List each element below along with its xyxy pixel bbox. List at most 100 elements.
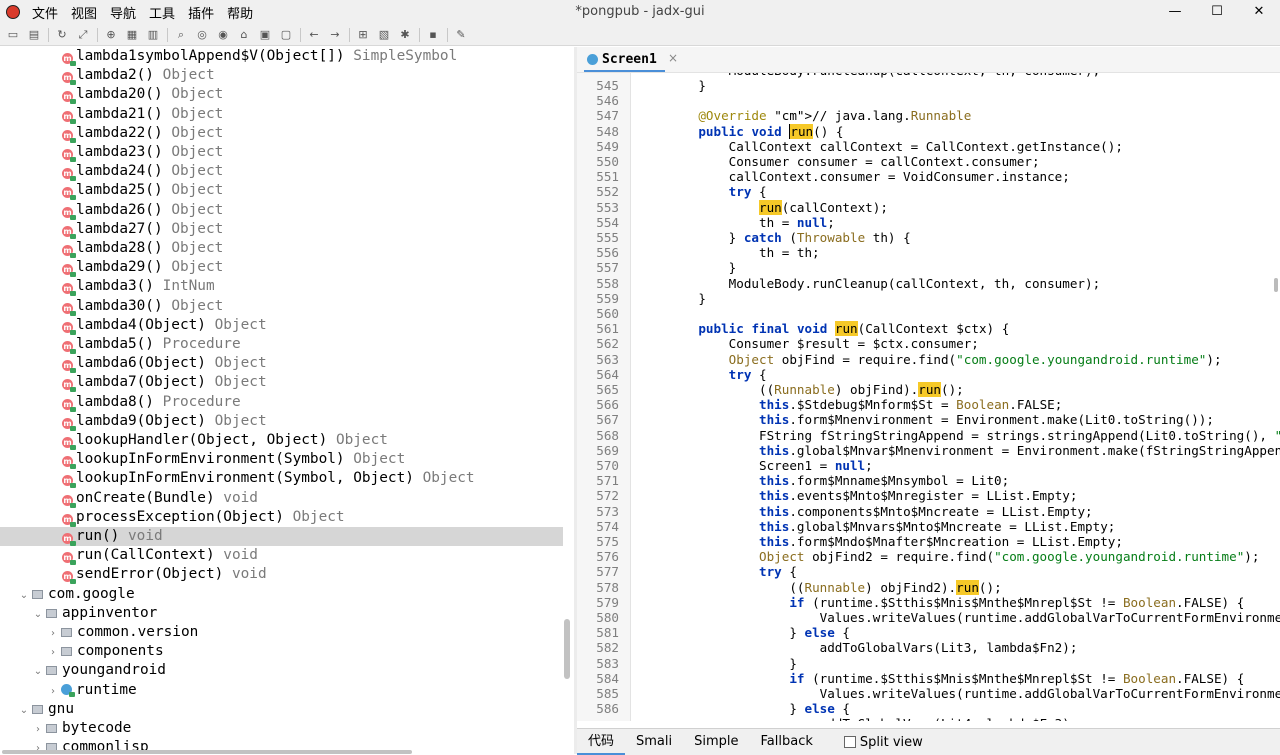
menu-navigation[interactable]: 导航 (110, 3, 136, 22)
export-icon[interactable]: ⤢ (74, 26, 92, 44)
tree-method-item[interactable]: m lambda4(Object) Object (0, 316, 563, 335)
tree-method-item[interactable]: m sendError(Object) void (0, 565, 563, 585)
tree-method-item[interactable]: m lambda5() Procedure (0, 335, 563, 354)
debug-icon[interactable]: ✱ (396, 26, 414, 44)
chevron-right-icon[interactable]: › (32, 720, 44, 739)
decompile-icon[interactable]: ▣ (256, 26, 274, 44)
tree-method-item[interactable]: m lambda28() Object (0, 239, 563, 258)
find-class-icon[interactable]: ◉ (214, 26, 232, 44)
method-icon: m (62, 360, 76, 374)
line-number: 555 (596, 230, 619, 245)
back-icon[interactable]: ← (305, 26, 323, 44)
tree-method-item[interactable]: m lambda2() Object (0, 66, 563, 86)
chevron-right-icon[interactable]: › (32, 739, 44, 750)
find-usage-icon[interactable]: ◎ (193, 26, 211, 44)
flatten-icon[interactable]: ▦ (123, 26, 141, 44)
settings-icon[interactable]: ✎ (452, 26, 470, 44)
close-window-button[interactable]: ✕ (1238, 0, 1280, 24)
deobfuscation-icon[interactable]: ⊞ (354, 26, 372, 44)
code-line: 582 addToGlobalVars(Lit3, lambda$Fn2); (577, 640, 1280, 655)
chevron-down-icon[interactable]: ⌄ (18, 586, 30, 605)
tree-method-item[interactable]: m lambda3() IntNum (0, 277, 563, 297)
maximize-button[interactable]: ☐ (1196, 0, 1238, 24)
tree-method-item[interactable]: m lambda26() Object (0, 201, 563, 220)
code-text: this.form$Mnenvironment = Environment.ma… (759, 412, 1214, 428)
tab-code[interactable]: 代码 (577, 729, 626, 755)
home-icon[interactable]: ⌂ (235, 26, 253, 44)
tree-method-item[interactable]: m run() void (0, 527, 563, 546)
line-number: 558 (596, 275, 619, 291)
tree-package-item[interactable]: › components (0, 642, 563, 661)
line-number: 560 (596, 306, 619, 321)
smali-icon[interactable]: ▢ (277, 26, 295, 44)
sync-icon[interactable]: ⊕ (102, 26, 120, 44)
chevron-down-icon[interactable]: ⌄ (32, 605, 44, 624)
menu-tools[interactable]: 工具 (149, 3, 175, 22)
code-text: } (668, 78, 706, 93)
tree-method-item[interactable]: m lookupHandler(Object, Object) Object (0, 431, 563, 450)
tab-smali[interactable]: Smali (625, 729, 683, 755)
menu-plugins[interactable]: 插件 (188, 3, 214, 22)
tree-method-item[interactable]: m lambda1symbolAppend$V(Object[]) SimpleS… (0, 47, 563, 66)
minimize-button[interactable]: — (1154, 0, 1196, 24)
tree-method-item[interactable]: m lambda6(Object) Object (0, 354, 563, 374)
refresh-icon[interactable]: ↻ (53, 26, 71, 44)
tree-method-item[interactable]: m lambda27() Object (0, 220, 563, 239)
plugin-icon[interactable]: ▪ (424, 26, 442, 44)
tree-method-item[interactable]: m lambda8() Procedure (0, 393, 563, 412)
menu-help[interactable]: 帮助 (227, 3, 253, 22)
chevron-right-icon[interactable]: › (47, 643, 59, 662)
tree-package-item[interactable]: ⌄ appinventor (0, 604, 563, 623)
tree-package-item[interactable]: ⌄ com.google (0, 585, 563, 604)
chevron-right-icon[interactable]: › (47, 682, 59, 701)
tab-simple[interactable]: Simple (683, 729, 749, 755)
tree-package-item[interactable]: ⌄ gnu (0, 700, 563, 719)
search-icon[interactable]: ⌕ (172, 26, 190, 44)
class-tree[interactable]: m lambda1symbolAppend$V(Object[]) SimpleS… (0, 47, 574, 750)
tree-vertical-scrollbar[interactable] (564, 619, 570, 679)
tree-method-item[interactable]: m lambda23() Object (0, 143, 563, 162)
open-icon[interactable]: ▭ (4, 26, 22, 44)
table-icon[interactable]: ▥ (144, 26, 162, 44)
tree-method-item[interactable]: m lambda25() Object (0, 181, 563, 201)
tree-method-item[interactable]: m lambda21() Object (0, 105, 563, 124)
tree-package-item[interactable]: › bytecode (0, 719, 563, 738)
tree-method-item[interactable]: m lambda24() Object (0, 162, 563, 182)
tree-method-item[interactable]: m lookupInFormEnvironment(Symbol, Object)… (0, 469, 563, 489)
tree-method-item[interactable]: m lambda7(Object) Object (0, 373, 563, 393)
tree-method-item[interactable]: m lambda9(Object) Object (0, 412, 563, 431)
menu-view[interactable]: 视图 (71, 3, 97, 22)
tab-fallback[interactable]: Fallback (750, 729, 824, 755)
code-editor[interactable]: ModuleBody.runCleanup(callContext, th, c… (577, 72, 1280, 721)
chevron-down-icon[interactable]: ⌄ (32, 662, 44, 681)
tree-method-item[interactable]: m run(CallContext) void (0, 546, 563, 566)
code-text: ((Runnable) objFind).run(); (668, 382, 964, 397)
method-icon: m (62, 417, 76, 431)
close-tab-icon[interactable]: × (668, 51, 678, 65)
log-icon[interactable]: ▧ (375, 26, 393, 44)
tree-package-item[interactable]: ⌄ youngandroid (0, 661, 563, 680)
tree-method-item[interactable]: m lambda29() Object (0, 258, 563, 278)
tree-method-item[interactable]: m lambda22() Object (0, 124, 563, 143)
code-text: } (668, 260, 737, 276)
editor-vertical-scrollbar[interactable] (1274, 278, 1278, 292)
code-line: 549 CallContext callContext = CallContex… (577, 139, 1280, 154)
tree-method-item[interactable]: m onCreate(Bundle) void (0, 489, 563, 508)
split-view-toggle[interactable]: Split view (843, 735, 923, 750)
tree-package-item[interactable]: › common.version (0, 623, 563, 642)
tree-method-item[interactable]: m processException(Object) Object (0, 508, 563, 527)
menu-file[interactable]: 文件 (32, 3, 58, 22)
tree-package-item[interactable]: › commonlisp (0, 738, 563, 750)
tree-method-item[interactable]: m lambda20() Object (0, 85, 563, 105)
chevron-right-icon[interactable]: › (47, 624, 59, 643)
tree-method-item[interactable]: m lambda30() Object (0, 297, 563, 316)
tab-screen1[interactable]: Screen1 (584, 49, 665, 72)
save-all-icon[interactable]: ▤ (25, 26, 43, 44)
tree-horizontal-scrollbar[interactable] (2, 750, 412, 754)
method-return-type: void (223, 547, 258, 564)
forward-icon[interactable]: → (326, 26, 344, 44)
tree-package-item[interactable]: › runtime (0, 681, 563, 700)
split-view-checkbox[interactable] (843, 736, 856, 748)
tree-method-item[interactable]: m lookupInFormEnvironment(Symbol) Object (0, 450, 563, 470)
chevron-down-icon[interactable]: ⌄ (18, 701, 30, 720)
